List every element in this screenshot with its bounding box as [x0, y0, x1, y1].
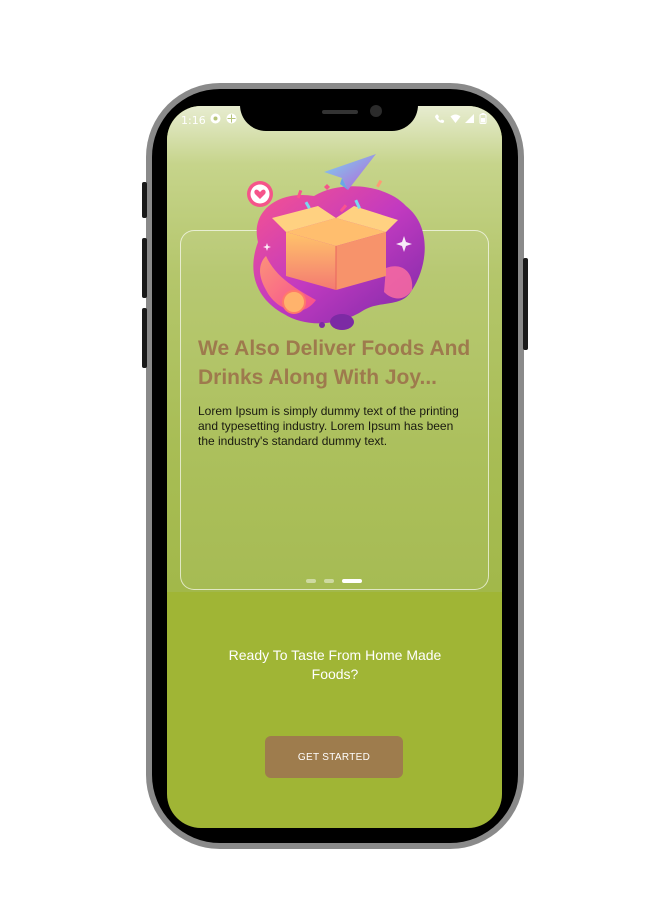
- page-indicator-dot-1[interactable]: [306, 579, 316, 583]
- status-time: 1:16: [181, 114, 206, 127]
- get-started-button[interactable]: GET STARTED: [265, 736, 403, 778]
- volume-down-button: [142, 308, 147, 368]
- settings-notification-icon: [226, 113, 237, 124]
- wifi-icon: [450, 114, 461, 123]
- earpiece-speaker: [322, 110, 358, 114]
- page-indicator-dot-2[interactable]: [324, 579, 334, 583]
- onboarding-description: Lorem Ipsum is simply dummy text of the …: [198, 404, 459, 448]
- power-button: [523, 258, 528, 350]
- onboarding-headline: We Also Deliver Foods And Drinks Along W…: [198, 337, 471, 389]
- app-notification-icon: [210, 113, 221, 124]
- battery-icon: [479, 113, 487, 124]
- volume-up-button: [142, 238, 147, 298]
- tagline: Ready To Taste From Home Made Foods?: [228, 647, 442, 682]
- wifi-calling-icon: [435, 114, 445, 123]
- page-indicator-dot-active[interactable]: [342, 579, 362, 583]
- action-button: [142, 182, 147, 218]
- delivery-box-illustration: [247, 154, 425, 330]
- signal-icon: [465, 114, 474, 123]
- front-camera: [370, 105, 382, 117]
